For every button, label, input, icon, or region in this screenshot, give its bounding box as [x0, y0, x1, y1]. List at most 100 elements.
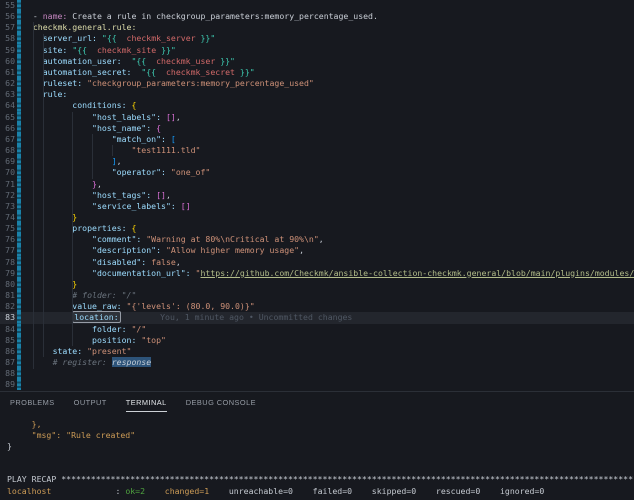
code-line[interactable]: 76 "comment": "Warning at 80%\nCritical …	[0, 234, 634, 245]
code-line[interactable]: 81 # folder: "/"	[0, 290, 634, 301]
line-number: 86	[0, 346, 15, 357]
code-line[interactable]: 88	[0, 368, 634, 379]
git-modified-indicator	[17, 167, 21, 178]
terminal-output[interactable]: }, "msg": "Rule created"}PLAY RECAP ****…	[0, 414, 634, 500]
git-modified-indicator	[17, 89, 21, 100]
git-modified-indicator	[17, 234, 21, 245]
tab-output[interactable]: OUTPUT	[74, 398, 107, 412]
code-text: "match_on": [	[23, 134, 176, 145]
code-text: "host_labels": [],	[23, 112, 181, 123]
line-number: 71	[0, 179, 15, 190]
code-text: "disabled": false,	[23, 257, 181, 268]
code-line[interactable]: 79 "documentation_url": "https://github.…	[0, 268, 634, 279]
indent-guide	[43, 34, 44, 358]
code-line[interactable]: 62 ruleset: "checkgroup_parameters:memor…	[0, 78, 634, 89]
git-modified-indicator	[17, 324, 21, 335]
code-text: "documentation_url": "https://github.com…	[23, 268, 634, 279]
line-number: 67	[0, 134, 15, 145]
line-number: 58	[0, 33, 15, 44]
code-line[interactable]: 84 folder: "/"	[0, 324, 634, 335]
git-modified-indicator	[17, 100, 21, 111]
code-text: "service_labels": []	[23, 201, 191, 212]
code-line[interactable]: 85 position: "top"	[0, 335, 634, 346]
code-line[interactable]: 78 "disabled": false,	[0, 257, 634, 268]
git-modified-indicator	[17, 245, 21, 256]
line-number: 70	[0, 167, 15, 178]
code-text: properties: {	[23, 223, 136, 234]
code-text: "operator": "one_of"	[23, 167, 210, 178]
code-line[interactable]: 73 "service_labels": []	[0, 201, 634, 212]
tab-terminal[interactable]: TERMINAL	[126, 398, 167, 412]
line-number: 85	[0, 335, 15, 346]
code-line[interactable]: 68 "test1111.tld"	[0, 145, 634, 156]
git-modified-indicator	[17, 112, 21, 123]
terminal-line: },	[7, 419, 634, 430]
code-line[interactable]: 61 automation_secret: "{{ checkmk_secret…	[0, 67, 634, 78]
line-number: 69	[0, 156, 15, 167]
git-modified-indicator	[17, 279, 21, 290]
code-line[interactable]: 56 - name: Create a rule in checkgroup_p…	[0, 11, 634, 22]
code-line[interactable]: 69 ],	[0, 156, 634, 167]
git-modified-indicator	[17, 312, 21, 323]
line-number: 74	[0, 212, 15, 223]
code-line[interactable]: 58 server_url: "{{ checkmk_server }}"	[0, 33, 634, 44]
code-line[interactable]: 74 }	[0, 212, 634, 223]
code-line[interactable]: 70 "operator": "one_of"	[0, 167, 634, 178]
line-number: 77	[0, 245, 15, 256]
code-line[interactable]: 63 rule:	[0, 89, 634, 100]
code-line[interactable]: 83 location: You, 1 minute ago • Uncommi…	[0, 312, 634, 323]
code-line[interactable]: 59 site: "{{ checkmk_site }}"	[0, 45, 634, 56]
code-line[interactable]: 89	[0, 379, 634, 390]
git-modified-indicator	[17, 268, 21, 279]
git-modified-indicator	[17, 78, 21, 89]
code-line[interactable]: 80 }	[0, 279, 634, 290]
code-editor[interactable]: 5556 - name: Create a rule in checkgroup…	[0, 0, 634, 391]
line-number: 64	[0, 100, 15, 111]
code-text: checkmk.general.rule:	[23, 22, 136, 33]
line-number: 72	[0, 190, 15, 201]
code-line[interactable]: 75 properties: {	[0, 223, 634, 234]
code-text: automation_secret: "{{ checkmk_secret }}…	[23, 67, 255, 78]
panel-tab-bar: PROBLEMS OUTPUT TERMINAL DEBUG CONSOLE	[0, 392, 634, 414]
code-text: # folder: "/"	[23, 290, 136, 301]
line-number: 63	[0, 89, 15, 100]
terminal-line: PLAY RECAP *****************************…	[7, 474, 634, 485]
code-text: conditions: {	[23, 100, 136, 111]
terminal-line	[7, 452, 634, 463]
code-line[interactable]: 57 checkmk.general.rule:	[0, 22, 634, 33]
code-line[interactable]: 67 "match_on": [	[0, 134, 634, 145]
tab-problems[interactable]: PROBLEMS	[10, 398, 55, 412]
line-number: 66	[0, 123, 15, 134]
indent-guide	[72, 112, 73, 347]
git-modified-indicator	[17, 0, 21, 11]
code-line[interactable]: 71 },	[0, 179, 634, 190]
code-text: "description": "Allow higher memory usag…	[23, 245, 304, 256]
terminal-line: localhost : ok=2 changed=1 unreachable=0…	[7, 486, 634, 497]
tab-debug-console[interactable]: DEBUG CONSOLE	[186, 398, 256, 412]
git-modified-indicator	[17, 257, 21, 268]
line-number: 61	[0, 67, 15, 78]
git-modified-indicator	[17, 290, 21, 301]
line-number: 65	[0, 112, 15, 123]
code-line[interactable]: 72 "host_tags": [],	[0, 190, 634, 201]
git-modified-indicator	[17, 190, 21, 201]
code-line[interactable]: 60 automation_user: "{{ checkmk_user }}"	[0, 56, 634, 67]
code-line[interactable]: 66 "host_name": {	[0, 123, 634, 134]
git-modified-indicator	[17, 45, 21, 56]
line-number: 73	[0, 201, 15, 212]
code-line[interactable]: 65 "host_labels": [],	[0, 112, 634, 123]
git-modified-indicator	[17, 212, 21, 223]
code-text: }	[23, 212, 77, 223]
code-line[interactable]: 77 "description": "Allow higher memory u…	[0, 245, 634, 256]
code-line[interactable]: 64 conditions: {	[0, 100, 634, 111]
code-line[interactable]: 87 # register: response	[0, 357, 634, 368]
code-line[interactable]: 55	[0, 0, 634, 11]
indent-guide	[112, 145, 113, 156]
git-modified-indicator	[17, 301, 21, 312]
git-modified-indicator	[17, 156, 21, 167]
code-line[interactable]: 86 state: "present"	[0, 346, 634, 357]
vscode-window: 5556 - name: Create a rule in checkgroup…	[0, 0, 634, 500]
bottom-panel: PROBLEMS OUTPUT TERMINAL DEBUG CONSOLE }, "…	[0, 391, 634, 500]
terminal-line	[7, 463, 634, 474]
code-text: position: "top"	[23, 335, 166, 346]
